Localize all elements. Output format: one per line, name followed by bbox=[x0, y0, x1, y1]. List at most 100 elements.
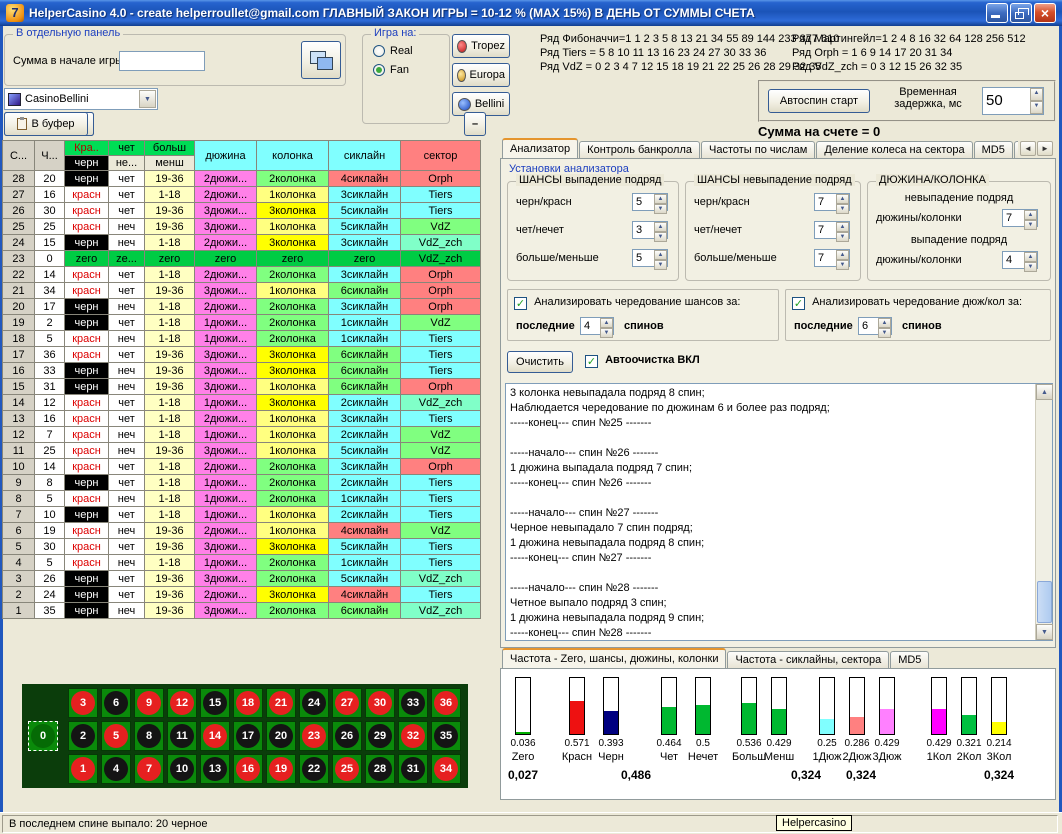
spin-up-icon[interactable]: ▲ bbox=[1024, 210, 1037, 220]
tab-scroll-right-icon[interactable]: ► bbox=[1037, 141, 1053, 156]
board-cell-6[interactable]: 6 bbox=[101, 688, 131, 718]
board-cell-7[interactable]: 7 bbox=[134, 754, 164, 784]
alt-chance-checkbox[interactable]: ✓ bbox=[514, 297, 527, 310]
freq-tab-2[interactable]: MD5 bbox=[890, 651, 929, 668]
combo-dropdown-button[interactable]: ▼ bbox=[139, 90, 156, 108]
spin-up-icon[interactable]: ▲ bbox=[1030, 88, 1043, 101]
spin-up-icon[interactable]: ▲ bbox=[600, 318, 613, 328]
spin-down-icon[interactable]: ▼ bbox=[1024, 262, 1037, 272]
board-cell-15[interactable]: 15 bbox=[200, 688, 230, 718]
casino-button-europa[interactable]: Europa bbox=[452, 63, 510, 87]
board-cell-32[interactable]: 32 bbox=[398, 721, 428, 751]
game-radio-real[interactable]: Real bbox=[373, 45, 449, 57]
clear-log-button[interactable]: Очистить bbox=[507, 351, 573, 373]
collapse-button[interactable]: – bbox=[464, 112, 486, 136]
spin-down-icon[interactable]: ▼ bbox=[836, 204, 849, 214]
board-cell-4[interactable]: 4 bbox=[101, 754, 131, 784]
board-cell-11[interactable]: 11 bbox=[167, 721, 197, 751]
spin-down-icon[interactable]: ▼ bbox=[878, 328, 891, 338]
board-cell-20[interactable]: 20 bbox=[266, 721, 296, 751]
main-tab-4[interactable]: MD5 bbox=[974, 141, 1013, 158]
spin-up-icon[interactable]: ▲ bbox=[654, 222, 667, 232]
even-odd-absent-spinner[interactable]: 7▲▼ bbox=[814, 221, 850, 239]
analyzer-log[interactable]: 3 колонка невыпадала подряд 8 спин; Набл… bbox=[506, 384, 1035, 640]
game-radio-fan[interactable]: Fan bbox=[373, 64, 449, 76]
main-tab-1[interactable]: Контроль банкролла bbox=[579, 141, 700, 158]
restore-button[interactable] bbox=[1010, 3, 1032, 23]
board-cell-17[interactable]: 17 bbox=[233, 721, 263, 751]
autoclear-checkbox[interactable]: ✓ bbox=[585, 355, 598, 368]
board-cell-18[interactable]: 18 bbox=[233, 688, 263, 718]
black-red-absent-spinner[interactable]: 7▲▼ bbox=[814, 193, 850, 211]
dozen-absent-spinner[interactable]: 7▲▼ bbox=[1002, 209, 1038, 227]
spin-down-icon[interactable]: ▼ bbox=[836, 232, 849, 242]
board-cell-5[interactable]: 5 bbox=[101, 721, 131, 751]
spin-down-icon[interactable]: ▼ bbox=[1030, 101, 1043, 114]
spin-down-icon[interactable]: ▼ bbox=[600, 328, 613, 338]
board-cell-33[interactable]: 33 bbox=[398, 688, 428, 718]
casino-button-tropez[interactable]: Tropez bbox=[452, 34, 510, 58]
close-button[interactable]: × bbox=[1034, 3, 1056, 23]
spin-down-icon[interactable]: ▼ bbox=[654, 204, 667, 214]
main-tab-5[interactable]: Ко bbox=[1014, 141, 1018, 158]
freq-tab-1[interactable]: Частота - сиклайны, сектора bbox=[727, 651, 889, 668]
spin-up-icon[interactable]: ▲ bbox=[836, 194, 849, 204]
spin-down-icon[interactable]: ▼ bbox=[654, 260, 667, 270]
log-scrollbar[interactable]: ▲ ▼ bbox=[1035, 384, 1052, 640]
high-low-absent-spinner[interactable]: 7▲▼ bbox=[814, 249, 850, 267]
board-cell-27[interactable]: 27 bbox=[332, 688, 362, 718]
board-cell-23[interactable]: 23 bbox=[299, 721, 329, 751]
board-cell-10[interactable]: 10 bbox=[167, 754, 197, 784]
board-cell-29[interactable]: 29 bbox=[365, 721, 395, 751]
main-tab-3[interactable]: Деление колеса на сектора bbox=[816, 141, 972, 158]
spin-up-icon[interactable]: ▲ bbox=[836, 222, 849, 232]
board-cell-3[interactable]: 3 bbox=[68, 688, 98, 718]
main-tab-2[interactable]: Частоты по числам bbox=[701, 141, 815, 158]
buffer-button[interactable]: В буфер bbox=[4, 112, 88, 136]
dozen-appear-spinner[interactable]: 4▲▼ bbox=[1002, 251, 1038, 269]
board-cell-24[interactable]: 24 bbox=[299, 688, 329, 718]
scroll-down-icon[interactable]: ▼ bbox=[1036, 624, 1053, 640]
spin-down-icon[interactable]: ▼ bbox=[836, 260, 849, 270]
minimize-button[interactable] bbox=[986, 3, 1008, 23]
spin-up-icon[interactable]: ▲ bbox=[878, 318, 891, 328]
alt-dozen-checkbox[interactable]: ✓ bbox=[792, 297, 805, 310]
board-cell-31[interactable]: 31 bbox=[398, 754, 428, 784]
board-cell-12[interactable]: 12 bbox=[167, 688, 197, 718]
start-sum-input[interactable] bbox=[119, 51, 205, 71]
board-cell-36[interactable]: 36 bbox=[431, 688, 461, 718]
board-cell-30[interactable]: 30 bbox=[365, 688, 395, 718]
casino-combobox[interactable]: CasinoBellini ▼ bbox=[4, 88, 158, 110]
board-cell-2[interactable]: 2 bbox=[68, 721, 98, 751]
board-cell-13[interactable]: 13 bbox=[200, 754, 230, 784]
board-cell-16[interactable]: 16 bbox=[233, 754, 263, 784]
main-tab-0[interactable]: Анализатор bbox=[502, 138, 578, 158]
board-cell-19[interactable]: 19 bbox=[266, 754, 296, 784]
high-low-appear-spinner[interactable]: 5▲▼ bbox=[632, 249, 668, 267]
freq-tab-0[interactable]: Частота - Zero, шансы, дюжины, колонки bbox=[502, 648, 726, 668]
board-cell-28[interactable]: 28 bbox=[365, 754, 395, 784]
board-cell-21[interactable]: 21 bbox=[266, 688, 296, 718]
board-cell-26[interactable]: 26 bbox=[332, 721, 362, 751]
spin-up-icon[interactable]: ▲ bbox=[1024, 252, 1037, 262]
board-cell-8[interactable]: 8 bbox=[134, 721, 164, 751]
board-cell-14[interactable]: 14 bbox=[200, 721, 230, 751]
board-cell-35[interactable]: 35 bbox=[431, 721, 461, 751]
scroll-up-icon[interactable]: ▲ bbox=[1036, 384, 1053, 400]
detach-panel-button[interactable] bbox=[301, 41, 341, 79]
spin-down-icon[interactable]: ▼ bbox=[654, 232, 667, 242]
board-cell-34[interactable]: 34 bbox=[431, 754, 461, 784]
alt-chance-spins-spinner[interactable]: 4▲▼ bbox=[580, 317, 614, 335]
board-cell-22[interactable]: 22 bbox=[299, 754, 329, 784]
even-odd-appear-spinner[interactable]: 3▲▼ bbox=[632, 221, 668, 239]
delay-spinner[interactable]: 50 ▲▼ bbox=[982, 87, 1044, 115]
spin-up-icon[interactable]: ▲ bbox=[836, 250, 849, 260]
spin-up-icon[interactable]: ▲ bbox=[654, 194, 667, 204]
spin-down-icon[interactable]: ▼ bbox=[1024, 220, 1037, 230]
tab-scroll-left-icon[interactable]: ◄ bbox=[1020, 141, 1036, 156]
board-cell-0[interactable]: 0 bbox=[28, 721, 58, 751]
alt-dozen-spins-spinner[interactable]: 6▲▼ bbox=[858, 317, 892, 335]
scrollbar-thumb[interactable] bbox=[1037, 581, 1052, 623]
board-cell-25[interactable]: 25 bbox=[332, 754, 362, 784]
black-red-appear-spinner[interactable]: 5▲▼ bbox=[632, 193, 668, 211]
